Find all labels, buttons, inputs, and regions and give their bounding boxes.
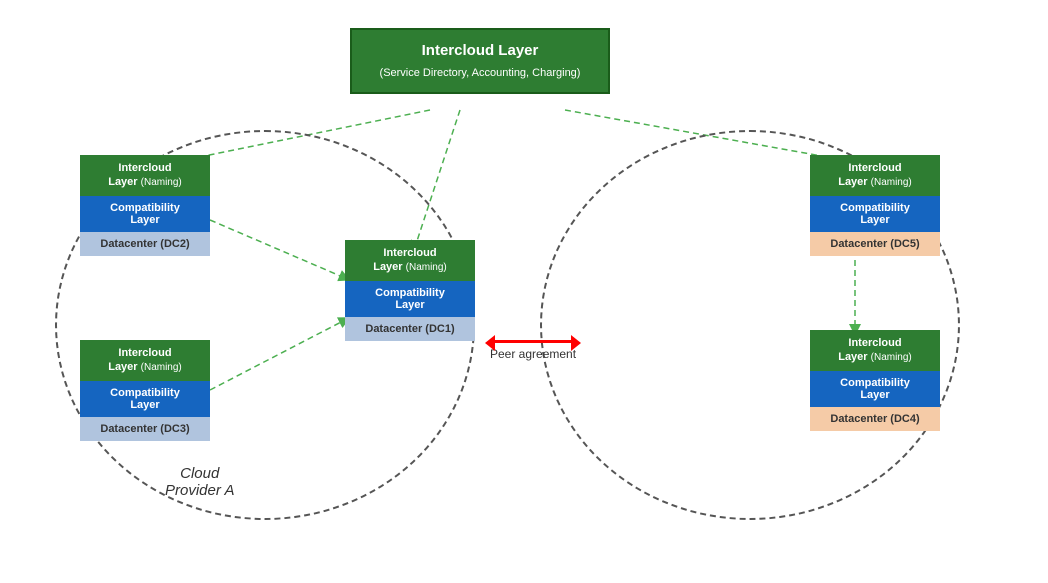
dc4-datacenter: Datacenter (DC4): [810, 407, 940, 431]
top-intercloud-box: Intercloud Layer (Service Directory, Acc…: [350, 28, 610, 94]
dc5-datacenter: Datacenter (DC5): [810, 232, 940, 256]
dc1-compatibility-layer: CompatibilityLayer: [345, 281, 475, 317]
dc2-datacenter: Datacenter (DC2): [80, 232, 210, 256]
dc3-datacenter: Datacenter (DC3): [80, 417, 210, 441]
dc1-intercloud-layer: IntercloudLayer (Naming): [345, 240, 475, 281]
cloud-provider-a-label: CloudProvider A: [165, 465, 234, 499]
dc5-intercloud-layer: IntercloudLayer (Naming): [810, 155, 940, 196]
dc3-intercloud-layer: IntercloudLayer (Naming): [80, 340, 210, 381]
peer-agreement-label: Peer agreement: [490, 347, 576, 363]
dc2-naming: (Naming): [141, 177, 182, 188]
peer-arrow-line: [493, 340, 573, 343]
dc2-compatibility-layer: CompatibilityLayer: [80, 196, 210, 232]
dc1-datacenter: Datacenter (DC1): [345, 317, 475, 341]
dc4-stack: IntercloudLayer (Naming) CompatibilityLa…: [810, 330, 940, 431]
top-intercloud-subtitle: (Service Directory, Accounting, Charging…: [380, 67, 581, 79]
dc3-naming: (Naming): [141, 362, 182, 373]
dc4-intercloud-layer: IntercloudLayer (Naming): [810, 330, 940, 371]
dc2-stack: IntercloudLayer (Naming) CompatibilityLa…: [80, 155, 210, 256]
dc4-naming: (Naming): [871, 352, 912, 363]
dc1-naming: (Naming): [406, 262, 447, 273]
dc5-stack: IntercloudLayer (Naming) CompatibilityLa…: [810, 155, 940, 256]
dc5-compatibility-layer: CompatibilityLayer: [810, 196, 940, 232]
dc4-compatibility-layer: CompatibilityLayer: [810, 371, 940, 407]
dc2-intercloud-layer: IntercloudLayer (Naming): [80, 155, 210, 196]
dc3-compatibility-layer: CompatibilityLayer: [80, 381, 210, 417]
top-intercloud-title: Intercloud Layer: [422, 42, 539, 59]
diagram-container: Intercloud Layer (Service Directory, Acc…: [0, 0, 1048, 583]
dc3-stack: IntercloudLayer (Naming) CompatibilityLa…: [80, 340, 210, 441]
peer-agreement-area: Peer agreement: [490, 340, 576, 363]
dc1-stack: IntercloudLayer (Naming) CompatibilityLa…: [345, 240, 475, 341]
dc5-naming: (Naming): [871, 177, 912, 188]
